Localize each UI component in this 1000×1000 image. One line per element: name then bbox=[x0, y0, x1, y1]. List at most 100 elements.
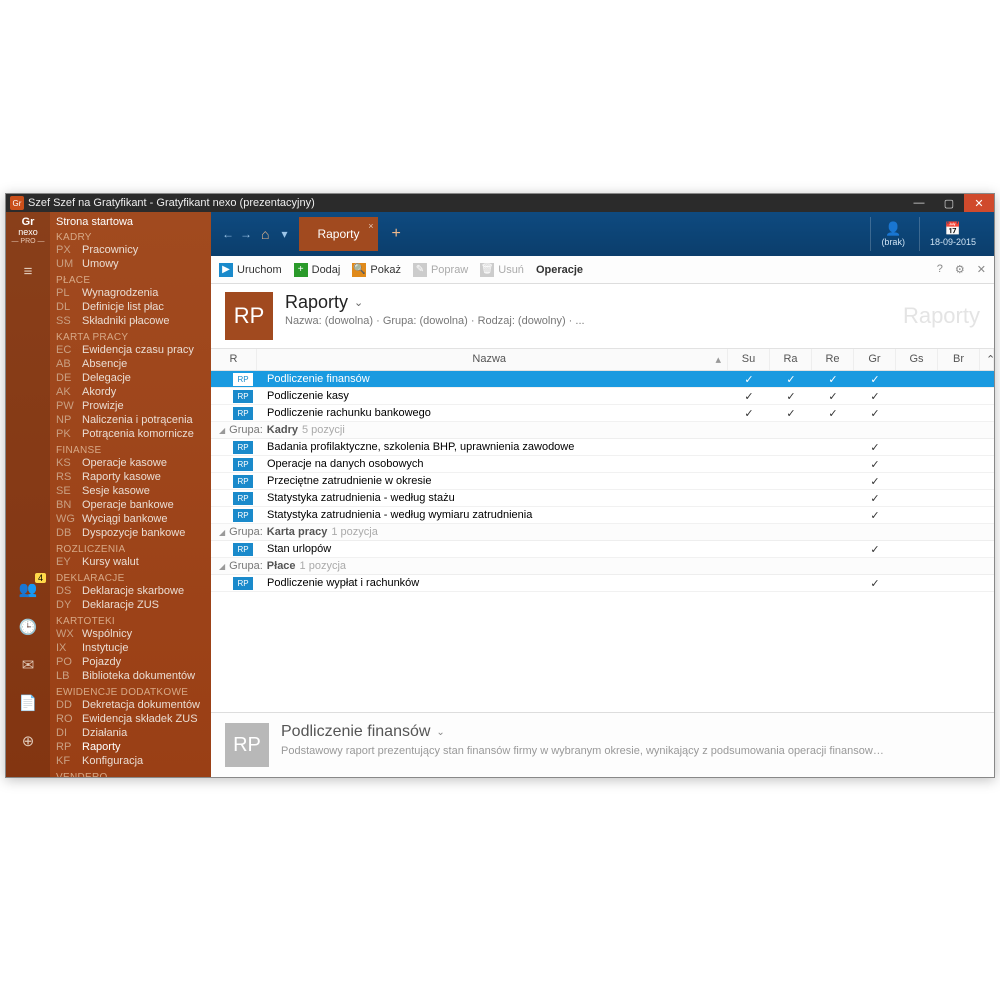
panel-close-icon[interactable]: ✕ bbox=[977, 263, 986, 276]
tab-close-icon[interactable]: × bbox=[368, 221, 373, 231]
maximize-button[interactable]: ▢ bbox=[934, 194, 964, 212]
nav-item[interactable]: AKAkordy bbox=[56, 385, 205, 399]
ops-button[interactable]: Operacje bbox=[536, 264, 583, 276]
nav-item[interactable]: DLDefinicje list płac bbox=[56, 300, 205, 314]
nav-item[interactable]: DYDeklaracje ZUS bbox=[56, 598, 205, 612]
nav-item[interactable]: WXWspólnicy bbox=[56, 627, 205, 641]
nav-group: EWIDENCJE DODATKOWE bbox=[56, 687, 205, 698]
col-gs[interactable]: Gs bbox=[896, 349, 938, 370]
toolbar: ▶Uruchom +Dodaj 🔍Pokaż ✎Popraw 🗑Usuń Ope… bbox=[211, 256, 994, 284]
chevron-down-icon: ⌄ bbox=[436, 727, 444, 738]
icon-rail: Gr nexo — PRO — ≡ 👥4 🕒 ✉ 📄 ⊕ bbox=[6, 212, 50, 777]
page-title[interactable]: Raporty⌄ bbox=[285, 292, 585, 313]
table-row[interactable]: RPBadania profilaktyczne, szkolenia BHP,… bbox=[211, 439, 994, 456]
rail-menu-icon[interactable]: ≡ bbox=[16, 260, 40, 284]
nav-group: FINANSE bbox=[56, 445, 205, 456]
nav-item[interactable]: DBDyspozycje bankowe bbox=[56, 526, 205, 540]
panel-icon: RP bbox=[225, 292, 273, 340]
nav-item[interactable]: PLWynagrodzenia bbox=[56, 286, 205, 300]
nav-group: KADRY bbox=[56, 232, 205, 243]
nav-start-page[interactable]: Strona startowa bbox=[56, 216, 205, 228]
nav-group: KARTOTEKI bbox=[56, 616, 205, 627]
rail-mail-icon[interactable]: ✉ bbox=[16, 653, 40, 677]
table-row[interactable]: RPStatystyka zatrudnienia - według wymia… bbox=[211, 507, 994, 524]
table-row[interactable]: RPPrzeciętne zatrudnienie w okresie✓ bbox=[211, 473, 994, 490]
group-row[interactable]: ◢ Grupa: Karta pracy 1 pozycja bbox=[211, 524, 994, 541]
table-row[interactable]: RPOperacje na danych osobowych✓ bbox=[211, 456, 994, 473]
nav-item[interactable]: POPojazdy bbox=[56, 655, 205, 669]
nav-item[interactable]: EYKursy walut bbox=[56, 555, 205, 569]
nav-item[interactable]: PWProwizje bbox=[56, 399, 205, 413]
show-button[interactable]: 🔍Pokaż bbox=[352, 263, 401, 277]
tab-raporty[interactable]: Raporty × bbox=[299, 217, 377, 251]
table-row[interactable]: RPPodliczenie kasy✓✓✓✓ bbox=[211, 388, 994, 405]
chevron-down-icon[interactable]: ▾ bbox=[275, 227, 293, 241]
nav-item[interactable]: DIDziałania bbox=[56, 726, 205, 740]
table-row[interactable]: RPPodliczenie wypłat i rachunków✓ bbox=[211, 575, 994, 592]
nav-item[interactable]: KFKonfiguracja bbox=[56, 754, 205, 768]
table-row[interactable]: RPStan urlopów✓ bbox=[211, 541, 994, 558]
nav-fwd-icon[interactable]: → bbox=[237, 227, 255, 241]
col-r[interactable]: R bbox=[211, 349, 257, 370]
nav-item[interactable]: SSSkładniki płacowe bbox=[56, 314, 205, 328]
notification-badge: 4 bbox=[35, 573, 46, 583]
col-ra[interactable]: Ra bbox=[770, 349, 812, 370]
rail-history-icon[interactable]: 🕒 bbox=[16, 615, 40, 639]
col-name[interactable]: Nazwa ▴ bbox=[257, 349, 728, 370]
nav-item[interactable]: PXPracownicy bbox=[56, 243, 205, 257]
nav-tree: Strona startowa KADRYPXPracownicyUMUmowy… bbox=[50, 212, 211, 777]
delete-button[interactable]: 🗑Usuń bbox=[480, 263, 524, 277]
filter-summary[interactable]: Nazwa: (dowolna) · Grupa: (dowolna) · Ro… bbox=[285, 315, 585, 327]
nav-item[interactable]: KSOperacje kasowe bbox=[56, 456, 205, 470]
date-box[interactable]: 📅18-09-2015 bbox=[919, 217, 986, 251]
nav-item[interactable]: UMUmowy bbox=[56, 257, 205, 271]
run-button[interactable]: ▶Uruchom bbox=[219, 263, 282, 277]
rail-cert-icon[interactable]: 📄 bbox=[16, 691, 40, 715]
col-br[interactable]: Br bbox=[938, 349, 980, 370]
col-su[interactable]: Su bbox=[728, 349, 770, 370]
nav-item[interactable]: DSDeklaracje skarbowe bbox=[56, 584, 205, 598]
table-row[interactable]: RPPodliczenie finansów✓✓✓✓ bbox=[211, 371, 994, 388]
rail-users-icon[interactable]: 👥4 bbox=[16, 577, 40, 601]
add-button[interactable]: +Dodaj bbox=[294, 263, 341, 277]
ghost-title: Raporty bbox=[903, 303, 980, 329]
group-row[interactable]: ◢ Grupa: Kadry 5 pozycji bbox=[211, 422, 994, 439]
gear-icon[interactable]: ⚙ bbox=[955, 263, 965, 276]
nav-item[interactable]: DEDelegacje bbox=[56, 371, 205, 385]
group-row[interactable]: ◢ Grupa: Płace 1 pozycja bbox=[211, 558, 994, 575]
nav-item[interactable]: ROEwidencja składek ZUS bbox=[56, 712, 205, 726]
minimize-button[interactable]: — bbox=[904, 194, 934, 212]
detail-title[interactable]: Podliczenie finansów⌄ bbox=[281, 723, 884, 741]
nav-item[interactable]: BNOperacje bankowe bbox=[56, 498, 205, 512]
nav-item[interactable]: RSRaporty kasowe bbox=[56, 470, 205, 484]
col-gr[interactable]: Gr bbox=[854, 349, 896, 370]
nav-item[interactable]: IXInstytucje bbox=[56, 641, 205, 655]
help-icon[interactable]: ? bbox=[937, 263, 943, 276]
panel-header: RP Raporty⌄ Nazwa: (dowolna) · Grupa: (d… bbox=[211, 284, 994, 348]
nav-item[interactable]: PKPotrącenia komornicze bbox=[56, 427, 205, 441]
nav-item[interactable]: NPNaliczenia i potrącenia bbox=[56, 413, 205, 427]
detail-desc: Podstawowy raport prezentujący stan fina… bbox=[281, 745, 884, 757]
home-icon[interactable]: ⌂ bbox=[261, 226, 269, 242]
nav-item[interactable]: ABAbsencje bbox=[56, 357, 205, 371]
tabbar: ← → ⌂ ▾ Raporty × + 👤(brak) 📅18-09-2015 bbox=[211, 212, 994, 256]
close-button[interactable]: ✕ bbox=[964, 194, 994, 212]
nav-item[interactable]: SESesje kasowe bbox=[56, 484, 205, 498]
nav-back-icon[interactable]: ← bbox=[219, 227, 237, 241]
rail-add-icon[interactable]: ⊕ bbox=[16, 729, 40, 753]
table-row[interactable]: RPPodliczenie rachunku bankowego✓✓✓✓ bbox=[211, 405, 994, 422]
table-row[interactable]: RPStatystyka zatrudnienia - według stażu… bbox=[211, 490, 994, 507]
nav-item[interactable]: LBBiblioteka dokumentów bbox=[56, 669, 205, 683]
nav-item[interactable]: RPRaporty bbox=[56, 740, 205, 754]
col-re[interactable]: Re bbox=[812, 349, 854, 370]
grid: R Nazwa ▴ Su Ra Re Gr Gs Br ⌃ RPPodlicze… bbox=[211, 348, 994, 712]
nav-item[interactable]: DDDekretacja dokumentów bbox=[56, 698, 205, 712]
sidebar: Gr nexo — PRO — ≡ 👥4 🕒 ✉ 📄 ⊕ Strona star… bbox=[6, 212, 211, 777]
new-tab-icon[interactable]: + bbox=[392, 225, 401, 243]
edit-button[interactable]: ✎Popraw bbox=[413, 263, 468, 277]
user-box[interactable]: 👤(brak) bbox=[870, 217, 915, 251]
nav-item[interactable]: WGWyciągi bankowe bbox=[56, 512, 205, 526]
grid-body[interactable]: RPPodliczenie finansów✓✓✓✓RPPodliczenie … bbox=[211, 371, 994, 712]
nav-group: ROZLICZENIA bbox=[56, 544, 205, 555]
nav-item[interactable]: ECEwidencja czasu pracy bbox=[56, 343, 205, 357]
